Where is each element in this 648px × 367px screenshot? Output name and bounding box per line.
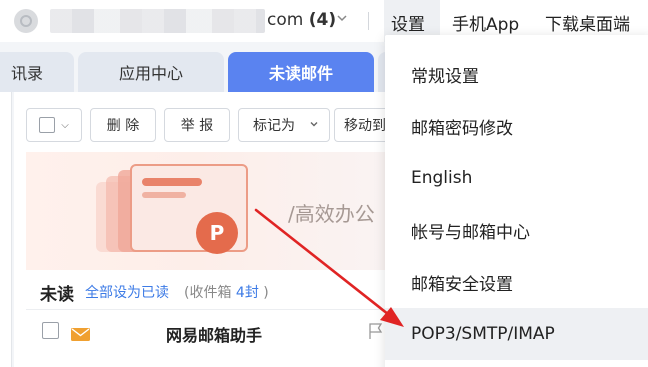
divider — [368, 12, 369, 30]
chevron-down-icon: ⌵ — [61, 119, 69, 131]
avatar-icon[interactable] — [14, 9, 38, 33]
menu-item-account-center[interactable]: 帐号与邮箱中心 — [385, 204, 648, 256]
flag-icon[interactable] — [368, 322, 384, 344]
chevron-down-icon — [309, 119, 319, 132]
mark-as-button[interactable]: 标记为 — [238, 108, 330, 142]
mark-all-read-link[interactable]: 全部设为已读 — [85, 282, 169, 302]
unread-section-title: 未读 — [40, 285, 74, 305]
tab-contacts[interactable]: 讯录 — [0, 52, 74, 92]
tab-unread-mail[interactable]: 未读邮件 — [228, 52, 374, 92]
chevron-down-icon[interactable] — [336, 12, 348, 27]
mobile-app-link[interactable]: 手机App — [452, 10, 519, 35]
report-button[interactable]: 举 报 — [164, 108, 230, 142]
checkbox-icon[interactable] — [39, 117, 56, 133]
mail-page: com (4) 设置 手机App 下载桌面端 讯录 应用中心 未读邮件 ⌵ 删 … — [0, 0, 648, 367]
menu-item-pop3-smtp-imap[interactable]: POP3/SMTP/IMAP — [385, 308, 648, 360]
inbox-count[interactable]: 4封 — [236, 285, 259, 301]
tab-app-center[interactable]: 应用中心 — [78, 52, 224, 92]
banner-text: /高效办公 — [288, 202, 375, 226]
menu-item-security-settings[interactable]: 邮箱安全设置 — [385, 256, 648, 308]
mail-sender[interactable]: 网易邮箱助手 — [166, 322, 262, 346]
select-all-button[interactable]: ⌵ — [26, 108, 82, 142]
menu-item-general-settings[interactable]: 常规设置 — [385, 48, 648, 100]
account-email[interactable]: com (4) — [267, 10, 336, 30]
delete-button[interactable]: 删 除 — [90, 108, 156, 142]
inbox-count-note: (收件箱 4封 ) — [184, 282, 269, 302]
download-desktop-link[interactable]: 下载桌面端 — [545, 10, 630, 35]
menu-item-english[interactable]: English — [385, 152, 648, 204]
settings-dropdown-menu: 常规设置 邮箱密码修改 English 帐号与邮箱中心 邮箱安全设置 POP3/… — [385, 35, 648, 367]
inbox-suffix: ) — [258, 285, 269, 301]
settings-link[interactable]: 设置 — [386, 10, 430, 35]
email-suffix: com — [267, 10, 304, 30]
inbox-prefix: (收件箱 — [184, 285, 236, 301]
left-rail — [0, 92, 12, 367]
envelope-icon — [71, 326, 90, 345]
email-address-blurred — [50, 9, 265, 33]
mark-as-label: 标记为 — [253, 118, 295, 134]
unread-count: (4) — [308, 10, 337, 30]
row-checkbox-icon[interactable] — [42, 322, 59, 339]
menu-item-change-password[interactable]: 邮箱密码修改 — [385, 100, 648, 152]
